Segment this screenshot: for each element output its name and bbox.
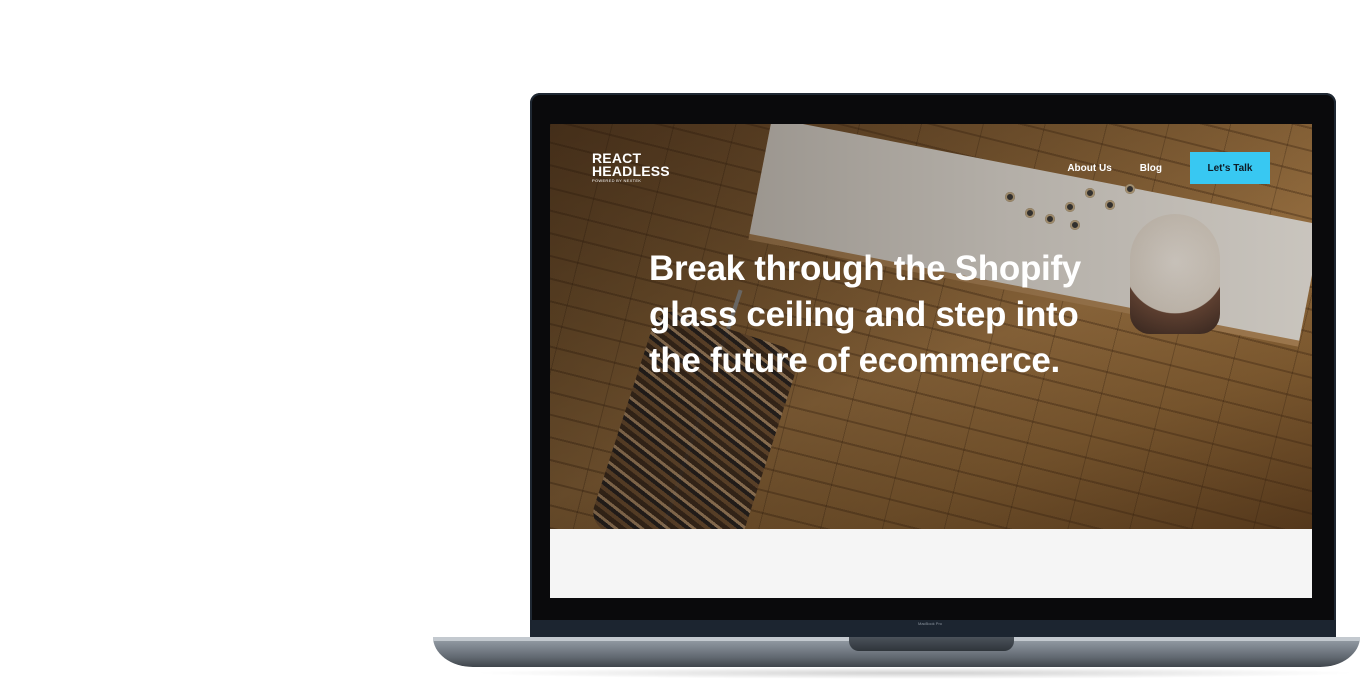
laptop-brand-label: MacBook Pro [917, 621, 942, 626]
lets-talk-button[interactable]: Let's Talk [1190, 152, 1270, 184]
site-logo[interactable]: REACT HEADLESS POWERED BY NEXTEK [592, 151, 670, 184]
logo-line-2: HEADLESS [592, 163, 670, 179]
hero-section: REACT HEADLESS POWERED BY NEXTEK About U… [550, 124, 1312, 529]
nav-link-blog[interactable]: Blog [1140, 163, 1162, 174]
main-nav: About Us Blog Let's Talk [1067, 152, 1270, 184]
content-section [550, 529, 1312, 598]
mockup-stage: MacBook Pro REACT HEADLESS POWERED BY NE… [0, 0, 1360, 693]
laptop-screen: REACT HEADLESS POWERED BY NEXTEK About U… [550, 124, 1312, 598]
laptop-shadow [470, 667, 1360, 679]
hero-headline: Break through the Shopify glass ceiling … [649, 249, 1081, 380]
nav-link-about[interactable]: About Us [1067, 163, 1111, 174]
laptop-base-notch [849, 637, 1014, 651]
